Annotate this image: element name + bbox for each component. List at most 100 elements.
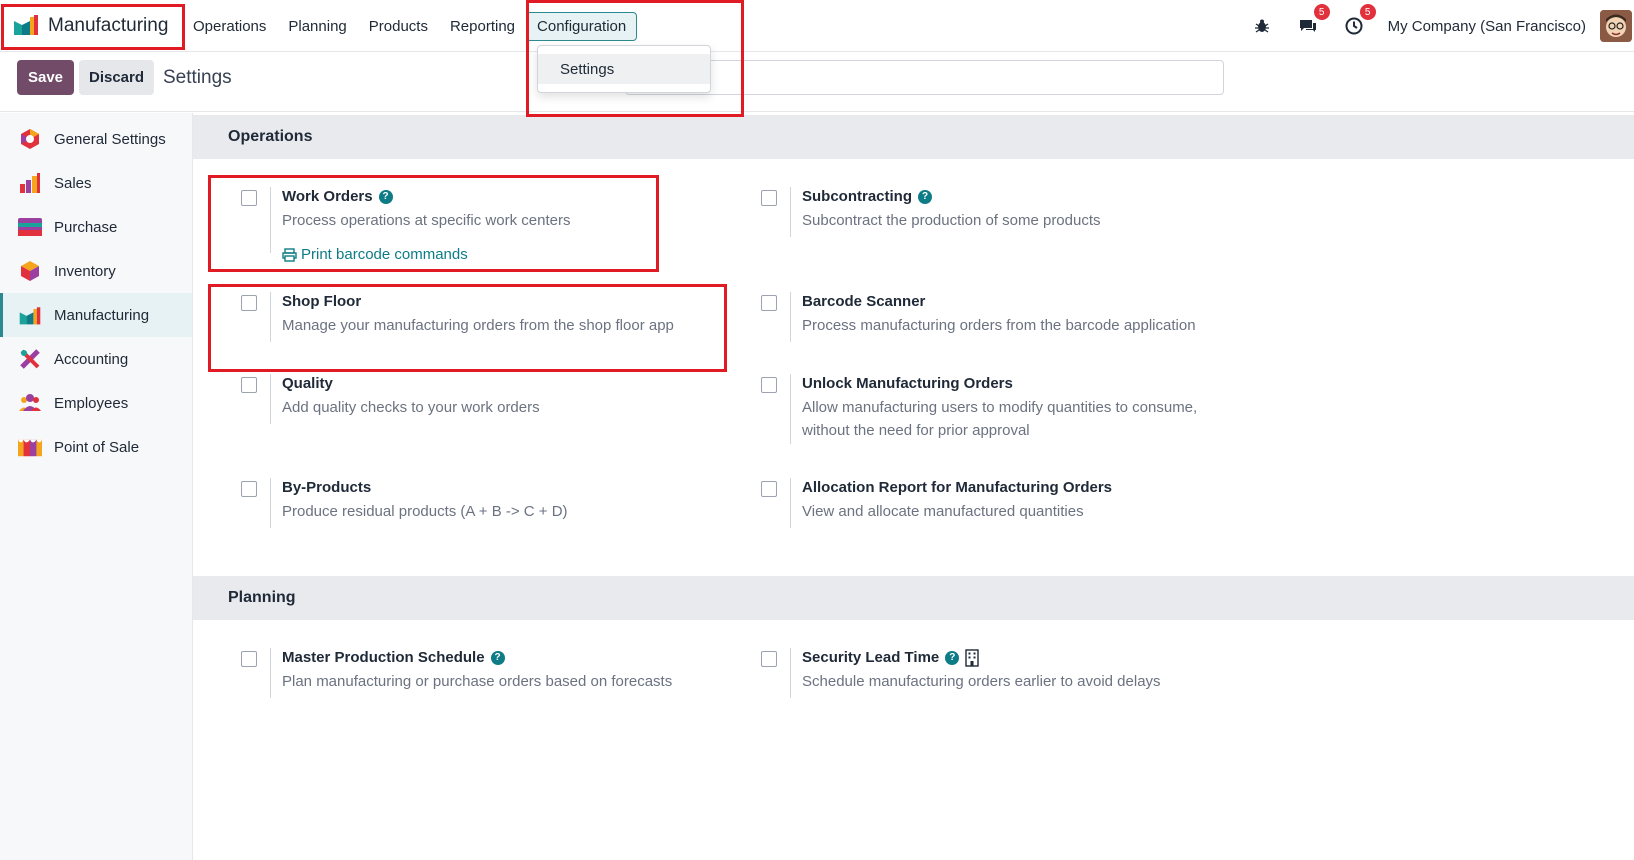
setting-title: Allocation Report for Manufacturing Orde… [802,479,1113,496]
menu-configuration[interactable]: Configuration [526,12,638,41]
help-icon[interactable]: ? [918,190,933,204]
app-brand[interactable]: Manufacturing [12,8,168,44]
general-settings-icon [18,127,42,151]
discard-button[interactable]: Discard [79,60,154,95]
setting-divider [270,478,271,528]
setting-title: Unlock Manufacturing Orders [802,375,1013,392]
purchase-icon [18,215,42,239]
setting-description: View and allocate manufactured quantitie… [802,503,1084,520]
by-products-checkbox[interactable] [241,481,257,497]
menu-products[interactable]: Products [358,12,439,41]
setting-divider [790,648,791,698]
sidebar-item-purchase[interactable]: Purchase [0,205,192,249]
sidebar-item-label: Sales [54,174,92,192]
sidebar-item-employees[interactable]: Employees [0,381,192,425]
setting-divider [790,292,791,342]
sidebar-item-label: General Settings [54,130,166,148]
top-navbar: Manufacturing Operations Planning Produc… [0,0,1634,52]
sidebar-item-label: Point of Sale [54,438,140,456]
messages-count-badge: 5 [1313,4,1330,20]
setting-description: Produce residual products (A + B -> C + … [282,503,568,520]
quality-checkbox[interactable] [241,377,257,393]
app-name: Manufacturing [48,15,169,36]
setting-title: Master Production Schedule [282,649,485,666]
sidebar-item-label: Purchase [54,218,118,236]
activities-count-badge: 5 [1359,4,1376,20]
company-building-icon [965,649,979,667]
setting-divider [270,648,271,698]
section-header-planning: Planning [193,576,1634,620]
shop-floor-checkbox[interactable] [241,295,257,311]
settings-sidebar: General Settings Sales Purchase Inventor… [0,113,193,860]
sidebar-item-label: Accounting [54,350,129,368]
sidebar-item-general-settings[interactable]: General Settings [0,117,192,161]
company-switcher[interactable]: My Company (San Francisco) [1388,18,1586,35]
help-icon[interactable]: ? [378,190,393,204]
sidebar-item-point-of-sale[interactable]: Point of Sale [0,425,192,469]
setting-title: Shop Floor [282,293,362,310]
help-icon[interactable]: ? [490,651,505,665]
setting-divider [270,374,271,424]
menu-operations[interactable]: Operations [193,12,277,41]
work-orders-checkbox[interactable] [241,190,257,206]
setting-divider [790,187,791,237]
manufacturing-icon [18,303,42,327]
dropdown-item-settings[interactable]: Settings [538,54,710,84]
setting-divider [270,187,271,253]
control-panel: Save Discard Settings [0,52,1634,112]
sidebar-item-manufacturing[interactable]: Manufacturing [0,293,192,337]
sidebar-item-label: Manufacturing [54,306,150,324]
navbar-systray: 5 5 My Company (San Francisco) [1250,0,1634,52]
security-lead-time-checkbox[interactable] [761,651,777,667]
manufacturing-app-icon [12,13,40,39]
setting-divider [790,374,791,444]
unlock-manufacturing-orders-checkbox[interactable] [761,377,777,393]
debug-bug-icon[interactable] [1250,14,1274,38]
main-menu: Operations Planning Products Reporting C… [193,12,638,41]
inventory-icon [18,259,42,283]
messages-icon[interactable]: 5 [1296,4,1330,38]
user-avatar[interactable] [1600,10,1632,42]
setting-title: By-Products [282,479,372,496]
setting-title: Subcontracting [802,188,913,205]
setting-description: Process operations at specific work cent… [282,212,571,229]
setting-description: Allow manufacturing users to modify quan… [802,399,1198,439]
page-title: Settings [163,67,232,88]
master-production-schedule-checkbox[interactable] [241,651,257,667]
sidebar-item-sales[interactable]: Sales [0,161,192,205]
link-label: Print barcode commands [301,246,468,263]
setting-description: Plan manufacturing or purchase orders ba… [282,673,673,690]
settings-main: Operations Work Orders? Process operatio… [193,113,1634,860]
point-of-sale-icon [18,435,42,459]
setting-divider [790,478,791,528]
setting-description: Process manufacturing orders from the ba… [802,317,1196,334]
subcontracting-checkbox[interactable] [761,190,777,206]
setting-title: Work Orders [282,188,373,205]
accounting-icon [18,347,42,371]
activities-clock-icon[interactable]: 5 [1342,4,1376,38]
setting-title: Quality [282,375,333,392]
sidebar-item-label: Employees [54,394,129,412]
sidebar-item-inventory[interactable]: Inventory [0,249,192,293]
setting-title: Security Lead Time [802,649,940,666]
setting-divider [270,292,271,342]
setting-description: Manage your manufacturing orders from th… [282,317,674,334]
menu-reporting[interactable]: Reporting [439,12,526,41]
setting-description: Schedule manufacturing orders earlier to… [802,673,1161,690]
employees-icon [18,391,42,415]
print-barcode-commands-link[interactable]: Print barcode commands [282,246,570,263]
setting-title: Barcode Scanner [802,293,926,310]
section-header-operations: Operations [193,115,1634,159]
settings-search-input[interactable] [625,60,1224,95]
allocation-report-checkbox[interactable] [761,481,777,497]
setting-description: Subcontract the production of some produ… [802,212,1101,229]
sales-icon [18,171,42,195]
barcode-scanner-checkbox[interactable] [761,295,777,311]
save-button[interactable]: Save [17,60,74,95]
printer-icon [282,247,297,262]
help-icon[interactable]: ? [945,651,960,665]
menu-planning[interactable]: Planning [277,12,357,41]
sidebar-item-label: Inventory [54,262,116,280]
setting-description: Add quality checks to your work orders [282,399,540,416]
sidebar-item-accounting[interactable]: Accounting [0,337,192,381]
